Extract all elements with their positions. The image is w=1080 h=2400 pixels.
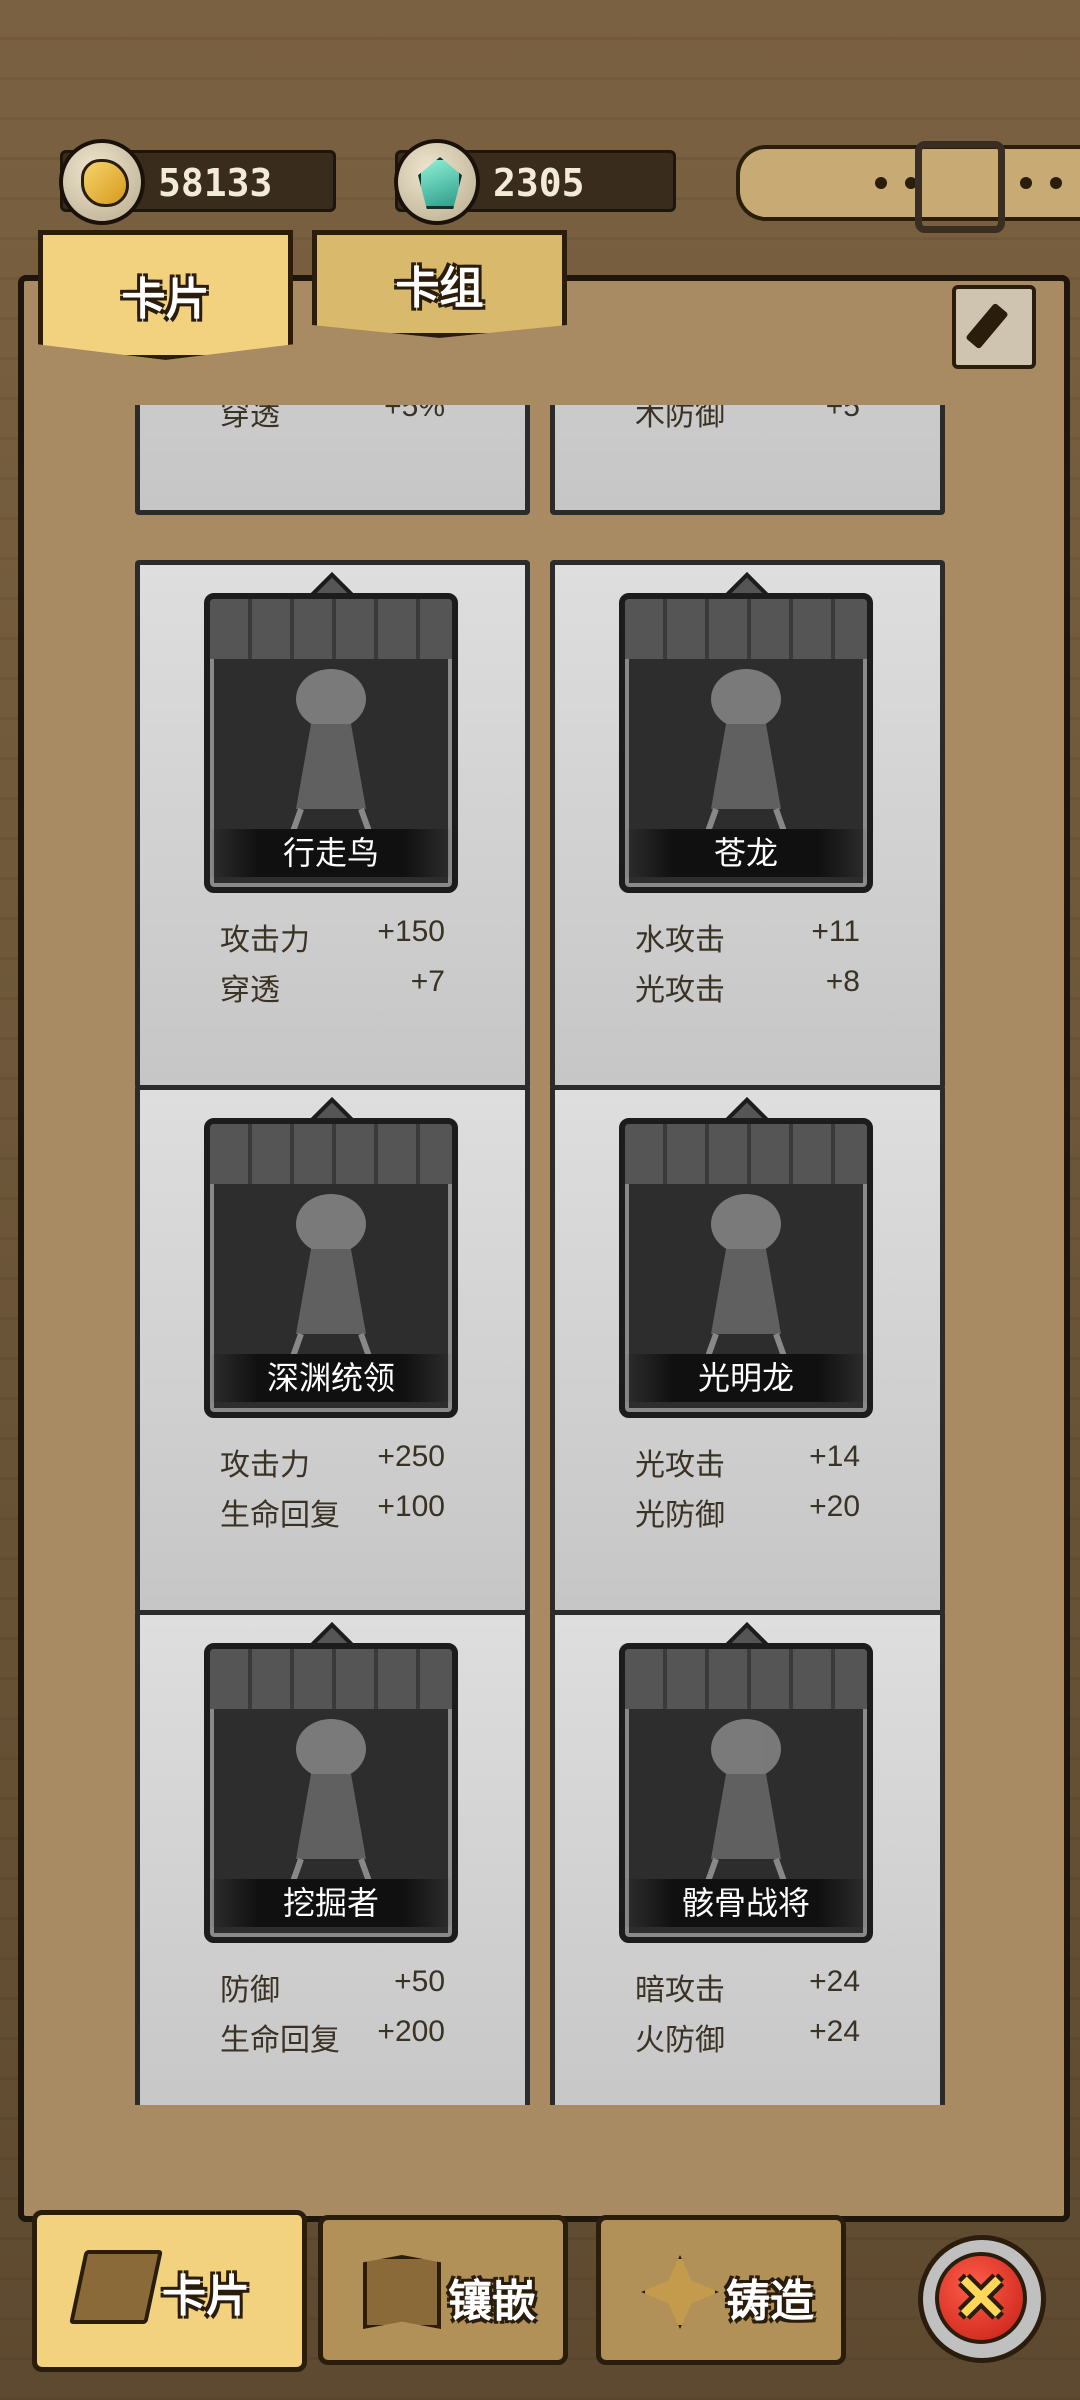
bottom-nav-cards[interactable]: 卡片 bbox=[32, 2210, 307, 2372]
bottom-nav-inlay[interactable]: 镶嵌 bbox=[318, 2215, 568, 2365]
stat-name: 火防御 bbox=[635, 2024, 725, 2057]
monster-card[interactable]: 骸骨战将暗攻击 +24 火防御 +24 bbox=[550, 1610, 945, 2105]
card-grid: 穿透+20穿透+5%水防御+5木防御+5行走鸟攻击力+150穿透+7苍龙水攻击+… bbox=[135, 405, 945, 2105]
card-name: 苍龙 bbox=[625, 829, 867, 877]
card-portrait: 苍龙 bbox=[619, 593, 873, 893]
stat-value: +150 bbox=[377, 915, 445, 948]
gold-currency: 58133 bbox=[59, 139, 336, 225]
stat-name: 暗攻击 bbox=[635, 1974, 725, 2007]
bottom-nav-forge-label: 铸造 bbox=[726, 2277, 814, 2326]
tab-cards[interactable]: 卡片 bbox=[38, 230, 293, 360]
tab-cards-label: 卡片 bbox=[121, 275, 210, 324]
stat-value: +250 bbox=[377, 1440, 445, 1473]
stat-value: +14 bbox=[809, 1440, 860, 1473]
gold-nugget-icon bbox=[59, 139, 145, 225]
stat-value: +24 bbox=[809, 1965, 860, 1998]
gem-currency: 2305 bbox=[394, 139, 676, 225]
close-button[interactable]: ✕ bbox=[918, 2235, 1046, 2363]
monster-silhouette-icon bbox=[703, 1719, 789, 1889]
stat-value: +50 bbox=[394, 1965, 445, 1998]
tab-decks-label: 卡组 bbox=[395, 264, 484, 313]
card-portrait: 行走鸟 bbox=[204, 593, 458, 893]
monster-card[interactable]: 苍龙水攻击 +11 光攻击 +8 bbox=[550, 560, 945, 1090]
stat-value: +100 bbox=[377, 1490, 445, 1523]
emerald-gem-icon bbox=[394, 139, 480, 225]
stat-value: +20 bbox=[809, 1490, 860, 1523]
stat-value: +8 bbox=[825, 965, 860, 998]
monster-card[interactable]: 挖掘者防御 +50 生命回复 +200 bbox=[135, 1610, 530, 2105]
stat-name: 光防御 bbox=[635, 1499, 725, 1532]
monster-silhouette-icon bbox=[288, 1719, 374, 1889]
stat-name: 水攻击 bbox=[635, 924, 725, 957]
card-portrait: 光明龙 bbox=[619, 1118, 873, 1418]
card-portrait: 深渊统领 bbox=[204, 1118, 458, 1418]
card-name: 挖掘者 bbox=[210, 1879, 452, 1927]
monster-silhouette-icon bbox=[703, 669, 789, 839]
stat-value: +5 bbox=[825, 405, 860, 423]
stat-value: +11 bbox=[811, 915, 860, 948]
stat-name: 防御 bbox=[220, 1974, 280, 2007]
edit-pencil-button[interactable] bbox=[952, 285, 1036, 369]
monster-silhouette-icon bbox=[703, 1194, 789, 1364]
monster-card[interactable]: 深渊统领攻击力 +250 生命回复 +100 bbox=[135, 1085, 530, 1615]
inlay-book-icon bbox=[363, 2255, 441, 2329]
stat-name: 生命回复 bbox=[220, 2024, 340, 2057]
monster-silhouette-icon bbox=[288, 669, 374, 839]
monster-card[interactable]: 行走鸟攻击力 +150 穿透 +7 bbox=[135, 560, 530, 1090]
stat-name: 光攻击 bbox=[635, 974, 725, 1007]
card-portrait: 骸骨战将 bbox=[619, 1643, 873, 1943]
belt-menu-toggle[interactable] bbox=[736, 141, 1080, 233]
buckle-icon bbox=[915, 141, 1005, 233]
stat-value: +7 bbox=[410, 965, 445, 998]
stat-name: 穿透 bbox=[220, 405, 280, 432]
monster-card[interactable]: 光明龙光攻击 +14 光防御 +20 bbox=[550, 1085, 945, 1615]
cards-icon bbox=[69, 2250, 163, 2324]
stat-value: +5% bbox=[384, 405, 445, 423]
stat-name: 攻击力 bbox=[220, 1449, 310, 1482]
card-name: 光明龙 bbox=[625, 1354, 867, 1402]
stat-name: 光攻击 bbox=[635, 1449, 725, 1482]
stat-name: 木防御 bbox=[635, 405, 725, 432]
card-name: 骸骨战将 bbox=[625, 1879, 867, 1927]
tab-decks[interactable]: 卡组 bbox=[312, 230, 567, 338]
monster-card[interactable]: 穿透+20穿透+5% bbox=[135, 405, 530, 515]
forge-icon bbox=[641, 2255, 719, 2329]
bottom-nav-forge[interactable]: 铸造 bbox=[596, 2215, 846, 2365]
card-name: 行走鸟 bbox=[210, 829, 452, 877]
card-portrait: 挖掘者 bbox=[204, 1643, 458, 1943]
gem-amount: 2305 bbox=[493, 161, 585, 205]
card-name: 深渊统领 bbox=[210, 1354, 452, 1402]
stat-name: 攻击力 bbox=[220, 924, 310, 957]
stat-name: 穿透 bbox=[220, 974, 280, 1007]
stat-value: +200 bbox=[377, 2015, 445, 2048]
stat-name: 生命回复 bbox=[220, 1499, 340, 1532]
close-x-icon: ✕ bbox=[935, 2252, 1027, 2344]
bottom-nav-inlay-label: 镶嵌 bbox=[448, 2277, 536, 2326]
gold-amount: 58133 bbox=[158, 161, 273, 205]
monster-silhouette-icon bbox=[288, 1194, 374, 1364]
stat-value: +24 bbox=[809, 2015, 860, 2048]
monster-card[interactable]: 水防御+5木防御+5 bbox=[550, 405, 945, 515]
bottom-nav-cards-label: 卡片 bbox=[162, 2272, 250, 2321]
